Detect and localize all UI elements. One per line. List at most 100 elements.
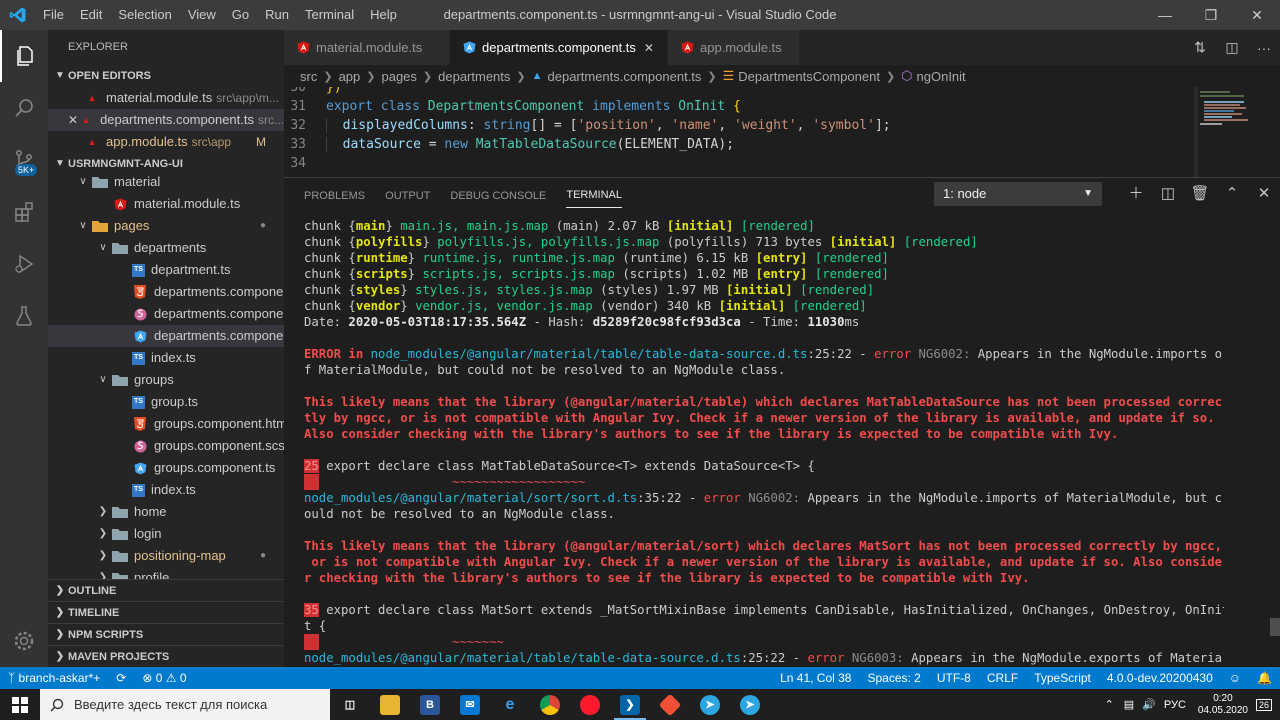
breadcrumb-item[interactable]: departments bbox=[438, 69, 510, 84]
tab-problems[interactable]: PROBLEMS bbox=[304, 184, 365, 208]
terminal-select[interactable]: 1: node ▼ bbox=[934, 182, 1102, 206]
split-terminal-icon[interactable]: ◫ bbox=[1152, 182, 1184, 206]
chevron-up-icon[interactable]: ⌃ bbox=[1105, 698, 1114, 711]
menu-go[interactable]: Go bbox=[224, 0, 257, 30]
menu-selection[interactable]: Selection bbox=[110, 0, 179, 30]
encoding[interactable]: UTF-8 bbox=[929, 667, 979, 689]
git-icon[interactable] bbox=[650, 689, 690, 720]
minimap[interactable] bbox=[1194, 87, 1266, 177]
terminal-output[interactable]: chunk {main} main.js, main.js.map (main)… bbox=[304, 218, 1224, 666]
tab-output[interactable]: OUTPUT bbox=[385, 184, 430, 208]
tree-file[interactable]: groups.component.scss bbox=[48, 435, 284, 457]
outline-section[interactable]: ❯ OUTLINE bbox=[48, 579, 284, 601]
kill-terminal-icon[interactable]: 🗑 bbox=[1184, 182, 1216, 206]
volume-icon[interactable]: 🔊 bbox=[1142, 698, 1156, 711]
run-debug-icon[interactable] bbox=[0, 238, 48, 290]
npm-scripts-section[interactable]: ❯ NPM SCRIPTS bbox=[48, 623, 284, 645]
indentation[interactable]: Spaces: 2 bbox=[859, 667, 928, 689]
tab-departments-component[interactable]: departments.component.ts ✕ bbox=[450, 30, 668, 65]
menu-file[interactable]: File bbox=[35, 0, 72, 30]
open-editor-item[interactable]: ▲ material.module.ts src\app\m... bbox=[48, 87, 284, 109]
sync-icon[interactable]: ⟳ bbox=[108, 667, 134, 689]
breadcrumb-item[interactable]: ngOnInit bbox=[917, 69, 966, 84]
tree-file[interactable]: TS index.ts bbox=[48, 479, 284, 501]
source-control-icon[interactable]: 5K+ bbox=[0, 134, 48, 186]
menu-edit[interactable]: Edit bbox=[72, 0, 110, 30]
breadcrumb-item[interactable]: DepartmentsComponent bbox=[738, 69, 880, 84]
breadcrumb-item[interactable]: src bbox=[300, 69, 317, 84]
taskbar-search-box[interactable]: Введите здесь текст для поиска bbox=[40, 689, 330, 720]
file-explorer-icon[interactable] bbox=[370, 689, 410, 720]
end-of-line[interactable]: CRLF bbox=[979, 667, 1026, 689]
tab-app-module[interactable]: app.module.ts bbox=[668, 30, 800, 65]
menu-run[interactable]: Run bbox=[257, 0, 297, 30]
breadcrumb-item[interactable]: departments.component.ts bbox=[548, 69, 702, 84]
tree-file[interactable]: material.module.ts bbox=[48, 193, 284, 215]
vscode-taskbar-icon[interactable]: ❯ bbox=[610, 689, 650, 720]
maximize-panel-icon[interactable]: ⌃ bbox=[1216, 182, 1248, 206]
tree-file[interactable]: TS department.ts bbox=[48, 259, 284, 281]
maven-projects-section[interactable]: ❯ MAVEN PROJECTS bbox=[48, 645, 284, 667]
menu-help[interactable]: Help bbox=[362, 0, 405, 30]
tree-folder[interactable]: ∨ groups bbox=[48, 369, 284, 391]
code-editor[interactable]: 30 }) 31 export class DepartmentsCompone… bbox=[284, 87, 1280, 177]
tree-folder[interactable]: ❯ login bbox=[48, 523, 284, 545]
menu-terminal[interactable]: Terminal bbox=[297, 0, 362, 30]
explorer-icon[interactable] bbox=[0, 30, 48, 82]
extensions-icon[interactable] bbox=[0, 186, 48, 238]
restore-button[interactable]: ❐ bbox=[1188, 0, 1234, 30]
open-editor-item[interactable]: ▲ app.module.ts src\app M bbox=[48, 131, 284, 153]
chrome-icon[interactable] bbox=[530, 689, 570, 720]
tree-folder[interactable]: ❯ positioning-map ● bbox=[48, 545, 284, 567]
minimize-button[interactable]: — bbox=[1142, 0, 1188, 30]
testing-flask-icon[interactable] bbox=[0, 290, 48, 342]
close-window-button[interactable]: ✕ bbox=[1234, 0, 1280, 30]
app-b-icon[interactable]: B bbox=[410, 689, 450, 720]
windows-start-icon[interactable] bbox=[0, 689, 40, 720]
tab-terminal[interactable]: TERMINAL bbox=[566, 183, 622, 208]
more-actions-icon[interactable]: ··· bbox=[1248, 40, 1280, 56]
problems-status[interactable]: ⊗ 0 ⚠ 0 bbox=[134, 667, 194, 689]
tree-file[interactable]: groups.component.html bbox=[48, 413, 284, 435]
new-terminal-icon[interactable]: ＋ bbox=[1120, 182, 1152, 206]
tree-file[interactable]: groups.component.ts bbox=[48, 457, 284, 479]
open-editor-item[interactable]: ✕ ▲ departments.component.ts src... bbox=[48, 109, 284, 131]
feedback-icon[interactable]: ☺ bbox=[1221, 667, 1249, 689]
tab-debug-console[interactable]: DEBUG CONSOLE bbox=[450, 184, 546, 208]
compare-changes-icon[interactable]: ⇅ bbox=[1184, 39, 1216, 56]
breadcrumb-item[interactable]: app bbox=[339, 69, 361, 84]
cursor-position[interactable]: Ln 41, Col 38 bbox=[772, 667, 859, 689]
opera-icon[interactable] bbox=[570, 689, 610, 720]
terminal-scrollbar[interactable] bbox=[1270, 618, 1280, 636]
input-language[interactable]: РУС bbox=[1164, 699, 1186, 711]
split-editor-icon[interactable]: ◫ bbox=[1216, 39, 1248, 56]
timeline-section[interactable]: ❯ TIMELINE bbox=[48, 601, 284, 623]
task-view-icon[interactable]: ◫ bbox=[330, 689, 370, 720]
breadcrumb-item[interactable]: pages bbox=[381, 69, 416, 84]
menu-view[interactable]: View bbox=[180, 0, 224, 30]
branch-status[interactable]: ᛉ branch-askar*+ bbox=[0, 667, 108, 689]
tree-file[interactable]: departments.componen... bbox=[48, 281, 284, 303]
search-icon[interactable] bbox=[0, 82, 48, 134]
notification-center-icon[interactable]: 26 bbox=[1255, 698, 1272, 711]
tree-file[interactable]: departments.componen... bbox=[48, 325, 284, 347]
edge-icon[interactable]: e bbox=[490, 689, 530, 720]
tree-file[interactable]: TS index.ts bbox=[48, 347, 284, 369]
tree-folder[interactable]: ∨ pages ● bbox=[48, 215, 284, 237]
settings-gear-icon[interactable] bbox=[0, 615, 48, 667]
close-icon[interactable]: ✕ bbox=[68, 109, 78, 131]
notifications-bell-icon[interactable]: 🔔 bbox=[1249, 667, 1280, 689]
network-icon[interactable]: ▤ bbox=[1124, 698, 1134, 711]
language-mode[interactable]: TypeScript bbox=[1026, 667, 1099, 689]
open-editors-header[interactable]: ▼ OPEN EDITORS bbox=[48, 65, 284, 87]
close-panel-icon[interactable]: ✕ bbox=[1248, 182, 1280, 206]
ts-version[interactable]: 4.0.0-dev.20200430 bbox=[1099, 667, 1221, 689]
mail-icon[interactable]: ✉ bbox=[450, 689, 490, 720]
telegram-icon[interactable]: ➤ bbox=[690, 689, 730, 720]
tree-folder[interactable]: ∨ departments bbox=[48, 237, 284, 259]
tree-file[interactable]: departments.componen... bbox=[48, 303, 284, 325]
tree-file[interactable]: TS group.ts bbox=[48, 391, 284, 413]
close-tab-icon[interactable]: ✕ bbox=[644, 41, 654, 55]
tree-folder[interactable]: ❯ home bbox=[48, 501, 284, 523]
tab-material-module[interactable]: material.module.ts bbox=[284, 30, 450, 65]
